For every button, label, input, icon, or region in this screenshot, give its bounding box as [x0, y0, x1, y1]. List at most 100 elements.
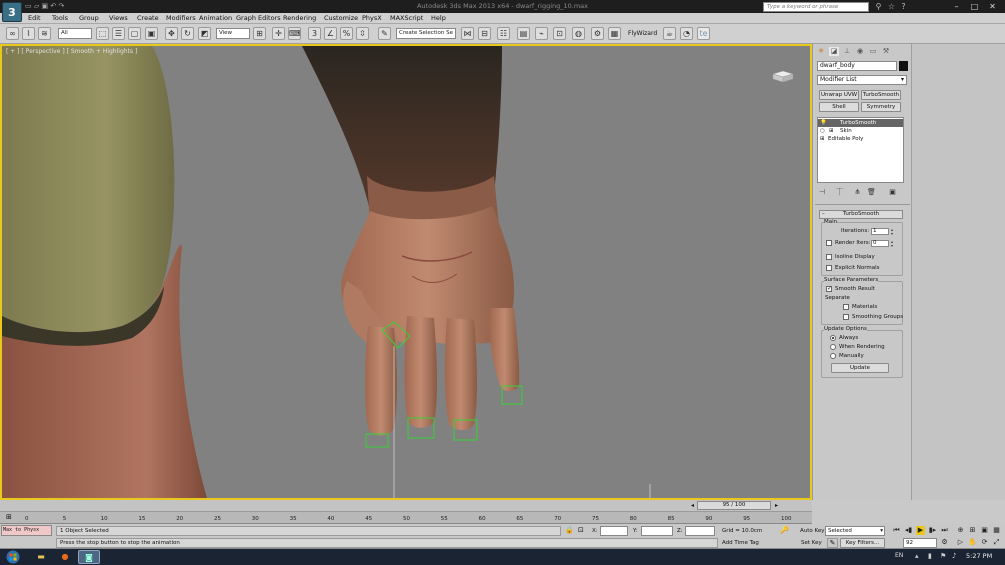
turbosmooth-rollout-header[interactable]: – TurboSmooth	[819, 210, 903, 219]
redo-icon[interactable]: ↷	[58, 2, 64, 10]
network-icon[interactable]: ▮	[928, 552, 932, 560]
current-frame-field[interactable]: 92	[903, 538, 937, 548]
remove-modifier-icon[interactable]: 🗑	[867, 188, 876, 196]
binoculars-icon[interactable]: ⚲	[873, 1, 884, 12]
auto-key-button[interactable]: Auto Key	[800, 528, 825, 535]
zoom-extents-icon[interactable]: ▣	[980, 526, 989, 535]
hierarchy-tab-icon[interactable]: ⊥	[842, 47, 852, 56]
snap-toggle-icon[interactable]: 3	[308, 27, 321, 40]
spinner-arrows-icon[interactable]: ▴ ▾	[891, 240, 896, 248]
new-file-icon[interactable]: ▭	[25, 2, 32, 10]
reference-coord-dropdown[interactable]: View	[216, 28, 250, 39]
graphite-ribbon-icon[interactable]: ▤	[517, 27, 530, 40]
zoom-extents-all-icon[interactable]: ▦	[992, 526, 1001, 535]
lightbulb-icon[interactable]: ○	[820, 128, 825, 134]
make-unique-icon[interactable]: ⋔	[854, 188, 860, 196]
save-file-icon[interactable]: ▣	[41, 2, 48, 10]
y-coordinate-field[interactable]	[641, 526, 673, 536]
maximize-icon[interactable]: □	[968, 1, 981, 12]
spinner-snap-icon[interactable]: ⇳	[356, 27, 369, 40]
select-by-name-icon[interactable]: ☰	[112, 27, 125, 40]
firefox-icon[interactable]: ●	[54, 550, 76, 564]
windows-start-icon[interactable]	[2, 550, 24, 564]
expand-icon[interactable]: ⊞	[820, 136, 825, 142]
mirror-icon[interactable]: ⋈	[461, 27, 474, 40]
iterations-spinner[interactable]: 1	[871, 228, 889, 235]
close-icon[interactable]: ✕	[986, 1, 999, 12]
create-tab-icon[interactable]: ✳	[816, 47, 826, 56]
menu-modifiers[interactable]: Modifiers	[166, 14, 196, 22]
keyboard-shortcut-icon[interactable]: ⌨	[288, 27, 301, 40]
percent-snap-icon[interactable]: %	[340, 27, 353, 40]
open-file-icon[interactable]: ▱	[34, 2, 39, 10]
selection-filter-dropdown[interactable]: All	[58, 28, 92, 39]
window-crossing-icon[interactable]: ▣	[145, 27, 158, 40]
menu-views[interactable]: Views	[109, 14, 128, 22]
when-rendering-radio[interactable]	[830, 344, 836, 350]
lock-selection-icon[interactable]: 🔒	[565, 526, 574, 534]
flywizard-label[interactable]: FlyWizard	[628, 30, 657, 37]
key-icon[interactable]: 🔑	[780, 526, 789, 534]
menu-rendering[interactable]: Rendering	[283, 14, 316, 22]
curve-editor-icon[interactable]: ⌁	[535, 27, 548, 40]
shell-button[interactable]: Shell	[819, 102, 859, 112]
schematic-view-icon[interactable]: ⊡	[553, 27, 566, 40]
materials-checkbox[interactable]	[843, 304, 849, 310]
menu-animation[interactable]: Animation	[199, 14, 232, 22]
utilities-tab-icon[interactable]: ⚒	[881, 47, 891, 56]
pan-view-icon[interactable]: ✋	[968, 538, 977, 547]
update-button[interactable]: Update	[831, 363, 889, 373]
x-coordinate-field[interactable]	[600, 526, 628, 536]
isoline-display-checkbox[interactable]	[826, 254, 832, 260]
play-icon[interactable]: ▶	[916, 526, 925, 535]
lightbulb-icon[interactable]: 💡	[820, 120, 827, 126]
show-end-result-icon[interactable]: ⏉	[836, 188, 843, 196]
select-object-icon[interactable]: ⬚	[96, 27, 109, 40]
stack-item-skin[interactable]: ○ ⊞ Skin	[818, 127, 903, 135]
render-setup-icon[interactable]: ⚙	[591, 27, 604, 40]
zoom-viewport-icon[interactable]: ⊕	[956, 526, 965, 535]
prev-frame-icon[interactable]: ◂	[691, 502, 694, 509]
align-icon[interactable]: ⊟	[478, 27, 491, 40]
render-iters-checkbox[interactable]	[826, 240, 832, 246]
goto-start-icon[interactable]: ⏮	[892, 526, 901, 535]
material-editor-icon[interactable]: ◍	[572, 27, 585, 40]
goto-end-icon[interactable]: ⏭	[940, 526, 949, 535]
stack-item-turbosmooth[interactable]: 💡 TurboSmooth	[818, 119, 903, 127]
star-icon[interactable]: ☆	[886, 1, 897, 12]
render-iters-spinner[interactable]: 0	[871, 240, 889, 247]
menu-physx[interactable]: PhysX	[362, 14, 382, 22]
time-slider-thumb[interactable]: 95 / 100	[697, 501, 771, 510]
menu-graph-editors[interactable]: Graph Editors	[236, 14, 281, 22]
unlink-icon[interactable]: ⌇	[22, 27, 35, 40]
viewcube-icon[interactable]	[770, 68, 796, 84]
add-time-tag-button[interactable]: Add Time Tag	[722, 540, 759, 547]
move-icon[interactable]: ✥	[165, 27, 178, 40]
object-name-field[interactable]: dwarf_body	[817, 61, 897, 71]
motion-tab-icon[interactable]: ◉	[855, 47, 865, 56]
turbosmooth-button[interactable]: TurboSmooth	[861, 90, 901, 100]
field-of-view-icon[interactable]: ▷	[956, 538, 965, 547]
auto-key-mode-dropdown[interactable]: Selected ▾	[825, 526, 885, 536]
edit-named-selections-icon[interactable]: ✎	[378, 27, 391, 40]
language-indicator[interactable]: EN	[895, 552, 903, 559]
explicit-normals-checkbox[interactable]	[826, 265, 832, 271]
display-tab-icon[interactable]: ▭	[868, 47, 878, 56]
absolute-mode-icon[interactable]: ⊡	[578, 526, 584, 534]
viewport-label[interactable]: [ + ] [ Perspective ] [ Smooth + Highlig…	[6, 48, 137, 55]
menu-group[interactable]: Group	[79, 14, 99, 22]
menu-create[interactable]: Create	[137, 14, 159, 22]
render-frame-icon[interactable]: ▦	[608, 27, 621, 40]
tray-arrow-icon[interactable]: ▴	[915, 552, 919, 560]
maxscript-listener-input[interactable]: Max to Physx	[1, 525, 52, 536]
modify-tab-icon[interactable]: ◪	[829, 47, 839, 56]
menu-customize[interactable]: Customize	[324, 14, 358, 22]
selection-region-icon[interactable]: ▢	[128, 27, 141, 40]
symmetry-button[interactable]: Symmetry	[861, 102, 901, 112]
z-coordinate-field[interactable]	[685, 526, 715, 536]
layer-manager-icon[interactable]: ☷	[497, 27, 510, 40]
next-frame-icon[interactable]: ▸	[775, 502, 778, 509]
select-manipulate-icon[interactable]: ✛	[272, 27, 285, 40]
link-icon[interactable]: ∞	[6, 27, 19, 40]
expand-icon[interactable]: ⊞	[829, 128, 834, 134]
